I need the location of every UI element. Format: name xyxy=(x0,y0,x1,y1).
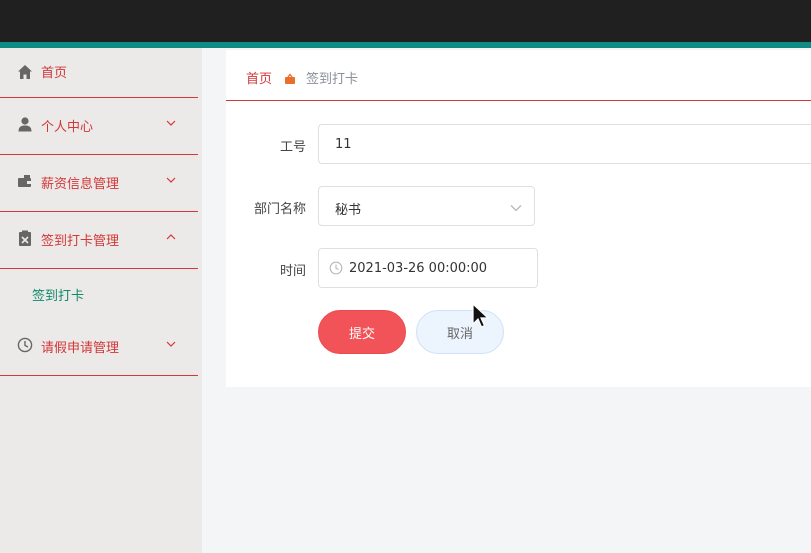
sidebar-item-leave-management[interactable]: 请假申请管理 xyxy=(0,319,198,376)
sidebar: 首页 个人中心 薪资信息管理 签到打卡管理 签到打卡 请假申请管理 xyxy=(0,48,202,553)
sidebar-item-label: 薪资信息管理 xyxy=(41,177,120,192)
time-label: 时间 xyxy=(279,264,306,279)
chevron-up-icon xyxy=(166,232,176,242)
chevron-down-icon xyxy=(166,339,176,349)
sidebar-item-home[interactable]: 首页 xyxy=(0,48,198,98)
chevron-down-icon xyxy=(510,201,522,212)
clipboard-icon xyxy=(16,229,34,247)
sidebar-subitem-checkin[interactable]: 签到打卡 xyxy=(0,269,198,319)
employee-id-value: 11 xyxy=(335,137,352,152)
clock-icon xyxy=(16,336,34,354)
sidebar-item-label: 个人中心 xyxy=(41,120,94,135)
breadcrumb: 首页 签到打卡 xyxy=(226,50,811,101)
wallet-icon xyxy=(16,172,34,190)
datetime-value: 2021-03-26 00:00:00 xyxy=(349,261,488,276)
clock-icon xyxy=(329,261,343,275)
sidebar-item-personal-center[interactable]: 个人中心 xyxy=(0,98,198,155)
breadcrumb-separator-icon xyxy=(284,70,296,84)
top-bar xyxy=(0,0,811,42)
sidebar-item-salary-management[interactable]: 薪资信息管理 xyxy=(0,155,198,212)
department-label: 部门名称 xyxy=(253,202,306,217)
chevron-down-icon xyxy=(166,118,176,128)
sidebar-item-label: 首页 xyxy=(41,66,68,81)
user-icon xyxy=(16,115,34,133)
breadcrumb-current: 签到打卡 xyxy=(306,72,359,87)
home-icon xyxy=(16,63,34,81)
employee-id-label: 工号 xyxy=(279,140,306,155)
sidebar-subitem-label: 签到打卡 xyxy=(32,289,85,304)
breadcrumb-home-link[interactable]: 首页 xyxy=(246,68,272,87)
sidebar-item-label: 签到打卡管理 xyxy=(41,234,120,249)
department-value: 秘书 xyxy=(335,203,362,218)
employee-id-input[interactable]: 11 xyxy=(318,124,811,164)
datetime-picker[interactable]: 2021-03-26 00:00:00 xyxy=(318,248,538,288)
submit-button[interactable]: 提交 xyxy=(318,310,406,354)
chevron-down-icon xyxy=(166,175,176,185)
department-select[interactable]: 秘书 xyxy=(318,186,535,226)
sidebar-item-label: 请假申请管理 xyxy=(41,341,120,356)
mouse-cursor-icon xyxy=(472,303,490,328)
cancel-button[interactable]: 取消 xyxy=(416,310,504,354)
sidebar-item-checkin-management[interactable]: 签到打卡管理 xyxy=(0,212,198,269)
